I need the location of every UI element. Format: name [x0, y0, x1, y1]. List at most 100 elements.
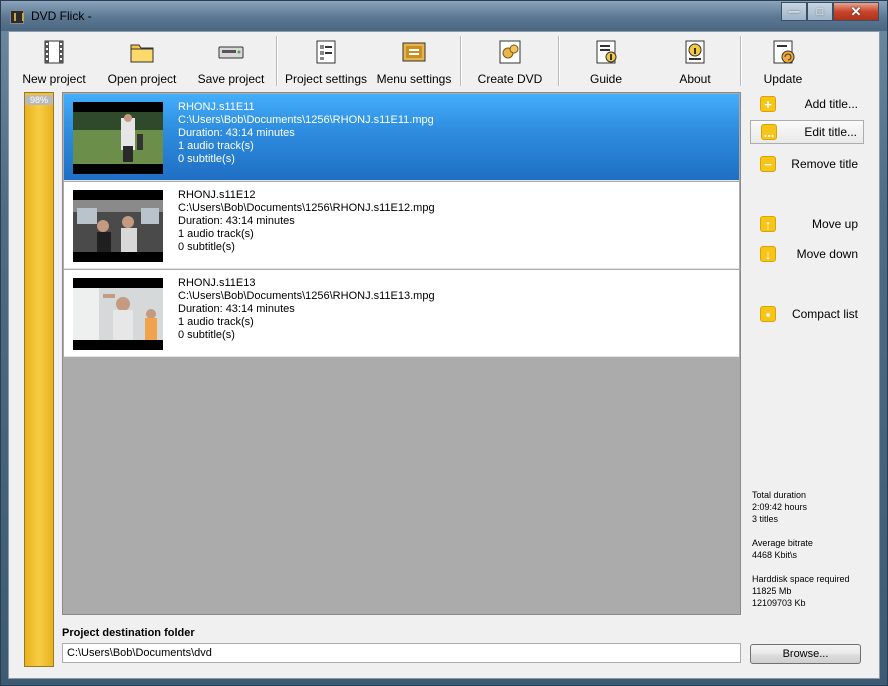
- compact-list-icon: ▪: [760, 306, 776, 322]
- update-button[interactable]: Update: [759, 36, 807, 88]
- close-button[interactable]: ✕: [833, 2, 879, 21]
- title-subtitles: 0 subtitle(s): [178, 329, 235, 341]
- close-icon: ✕: [850, 3, 862, 19]
- title-name: RHONJ.s11E11: [178, 101, 255, 113]
- title-thumbnail: [73, 278, 163, 350]
- title-thumbnail: [73, 102, 163, 174]
- project-size-progress-bar: 98%: [24, 92, 54, 667]
- plus-icon: +: [760, 96, 776, 112]
- minimize-button[interactable]: —: [781, 2, 807, 21]
- project-settings-icon: [316, 40, 336, 64]
- arrow-down-icon: ↓: [760, 246, 776, 262]
- update-label: Update: [763, 72, 803, 86]
- title-list-item[interactable]: RHONJ.s11E12 C:\Users\Bob\Documents\1256…: [64, 182, 739, 269]
- title-path: C:\Users\Bob\Documents\1256\RHONJ.s11E11…: [178, 114, 434, 126]
- menu-settings-icon: [402, 42, 426, 62]
- project-stats: Total duration 2:09:42 hours 3 titles Av…: [752, 489, 850, 621]
- title-details: RHONJ.s11E13 C:\Users\Bob\Documents\1256…: [178, 277, 435, 342]
- create-dvd-icon: [499, 40, 521, 64]
- guide-label: Guide: [589, 72, 623, 86]
- title-audio-tracks: 1 audio track(s): [178, 140, 254, 152]
- about-label: About: [679, 72, 711, 86]
- title-audio-tracks: 1 audio track(s): [178, 316, 254, 328]
- title-duration: Duration: 43:14 minutes: [178, 303, 295, 315]
- guide-icon: [596, 40, 617, 64]
- title-list-item[interactable]: RHONJ.s11E11 C:\Users\Bob\Documents\1256…: [64, 94, 739, 181]
- toolbar-separator: [558, 36, 560, 86]
- edit-title-label: Edit title...: [804, 125, 857, 139]
- total-duration-value: 2:09:42 hours: [752, 502, 808, 512]
- title-thumbnail: [73, 190, 163, 262]
- move-up-button[interactable]: ↑ Move up: [750, 212, 864, 236]
- progress-percent: 98%: [25, 95, 53, 105]
- destination-folder-input[interactable]: [62, 643, 741, 663]
- browse-button[interactable]: Browse...: [750, 644, 861, 664]
- title-duration: Duration: 43:14 minutes: [178, 215, 295, 227]
- title-duration: Duration: 43:14 minutes: [178, 127, 295, 139]
- titles-count: 3 titles: [752, 514, 779, 524]
- total-duration-block: Total duration 2:09:42 hours 3 titles: [752, 489, 850, 525]
- open-project-label: Open project: [107, 72, 177, 86]
- new-project-icon: [44, 40, 64, 64]
- edit-title-button[interactable]: ... Edit title...: [750, 120, 864, 144]
- minimize-icon: —: [788, 5, 800, 18]
- arrow-up-icon: ↑: [760, 216, 776, 232]
- create-dvd-label: Create DVD: [477, 72, 543, 86]
- about-button[interactable]: About: [672, 36, 718, 88]
- compact-list-button[interactable]: ▪ Compact list: [750, 302, 864, 326]
- bitrate-block: Average bitrate 4468 Kbit\s: [752, 537, 850, 561]
- app-window: DVD Flick - — □ ✕ New project Open proje…: [0, 0, 888, 686]
- toolbar-separator: [740, 36, 742, 86]
- bitrate-value: 4468 Kbit\s: [752, 550, 798, 560]
- update-icon: [773, 40, 795, 64]
- move-down-button[interactable]: ↓ Move down: [750, 242, 864, 266]
- create-dvd-button[interactable]: Create DVD: [475, 36, 545, 88]
- maximize-button[interactable]: □: [807, 2, 833, 21]
- title-details: RHONJ.s11E11 C:\Users\Bob\Documents\1256…: [178, 101, 434, 166]
- menu-settings-label: Menu settings: [376, 72, 452, 86]
- save-project-label: Save project: [197, 72, 265, 86]
- remove-title-button[interactable]: − Remove title: [750, 152, 864, 176]
- title-subtitles: 0 subtitle(s): [178, 241, 235, 253]
- toolbar-separator: [460, 36, 462, 86]
- title-audio-tracks: 1 audio track(s): [178, 228, 254, 240]
- title-bar[interactable]: DVD Flick - — □ ✕: [1, 1, 887, 31]
- new-project-button[interactable]: New project: [21, 36, 87, 88]
- move-up-label: Move up: [811, 217, 858, 231]
- disk-space-label: Harddisk space required: [752, 574, 850, 584]
- title-list[interactable]: RHONJ.s11E11 C:\Users\Bob\Documents\1256…: [62, 92, 741, 615]
- compact-list-label: Compact list: [791, 307, 858, 321]
- about-icon: [685, 40, 705, 64]
- bitrate-label: Average bitrate: [752, 538, 813, 548]
- total-duration-label: Total duration: [752, 490, 807, 500]
- save-project-button[interactable]: Save project: [197, 36, 265, 88]
- title-list-item[interactable]: RHONJ.s11E13 C:\Users\Bob\Documents\1256…: [64, 270, 739, 357]
- add-title-button[interactable]: + Add title...: [750, 92, 864, 116]
- disk-space-kb: 12109703 Kb: [752, 598, 806, 608]
- main-client-area: New project Open project Save project Pr…: [8, 31, 880, 679]
- dvd-flick-app-icon: [10, 10, 24, 24]
- title-name: RHONJ.s11E13: [178, 277, 256, 289]
- minus-icon: −: [760, 156, 776, 172]
- add-title-label: Add title...: [804, 97, 858, 111]
- title-name: RHONJ.s11E12: [178, 189, 256, 201]
- title-subtitles: 0 subtitle(s): [178, 153, 235, 165]
- destination-folder-label: Project destination folder: [62, 627, 195, 639]
- progress-fill: [25, 104, 53, 666]
- open-project-button[interactable]: Open project: [106, 36, 178, 88]
- toolbar-separator: [276, 36, 278, 86]
- save-drive-icon: [218, 46, 244, 59]
- menu-settings-button[interactable]: Menu settings: [375, 36, 453, 88]
- guide-button[interactable]: Guide: [583, 36, 629, 88]
- ellipsis-icon: ...: [761, 124, 777, 140]
- disk-space-block: Harddisk space required 11825 Mb 1210970…: [752, 573, 850, 609]
- disk-space-mb: 11825 Mb: [752, 586, 792, 596]
- title-path: C:\Users\Bob\Documents\1256\RHONJ.s11E12…: [178, 202, 435, 214]
- title-details: RHONJ.s11E12 C:\Users\Bob\Documents\1256…: [178, 189, 435, 254]
- folder-icon: [130, 44, 154, 63]
- project-settings-button[interactable]: Project settings: [284, 36, 368, 88]
- title-path: C:\Users\Bob\Documents\1256\RHONJ.s11E13…: [178, 290, 435, 302]
- toolbar: New project Open project Save project Pr…: [9, 32, 881, 88]
- project-settings-label: Project settings: [284, 72, 368, 86]
- move-down-label: Move down: [796, 247, 858, 261]
